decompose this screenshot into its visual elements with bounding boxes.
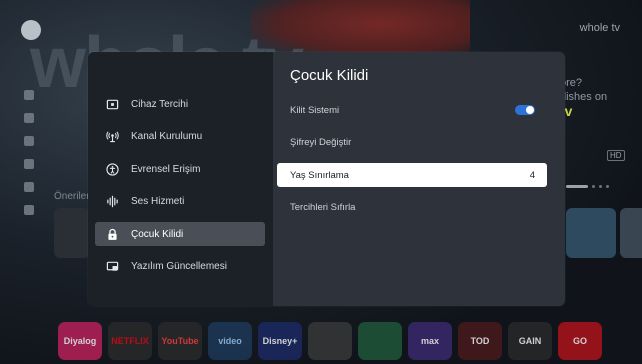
antenna-icon	[105, 130, 119, 144]
lock-icon	[105, 227, 119, 241]
apps-icon[interactable]	[24, 182, 34, 192]
carousel-dot	[599, 185, 602, 188]
promo-line: dishes on	[560, 91, 608, 103]
carousel-dot	[606, 185, 609, 188]
search-icon[interactable]	[24, 90, 34, 100]
profile-avatar[interactable]	[21, 20, 41, 40]
promo-line: tv	[560, 103, 573, 119]
page-title: Çocuk Kilidi	[290, 67, 369, 84]
software-update-icon	[105, 260, 119, 274]
recommendation-tile[interactable]	[620, 208, 642, 258]
age-restriction-value: 4	[529, 169, 535, 181]
option-label: Kilit Sistemi	[290, 104, 340, 116]
menu-item-label: Çocuk Kilidi	[131, 228, 184, 240]
menu-item-label: Ses Hizmeti	[131, 196, 185, 207]
lock-system-toggle[interactable]	[515, 105, 535, 115]
settings-dialog: Cihaz Tercihi Kanal Kurulumu Evrensel Er…	[88, 52, 565, 306]
settings-category-menu: Cihaz Tercihi Kanal Kurulumu Evrensel Er…	[88, 52, 273, 306]
recommendation-tile[interactable]	[54, 208, 90, 258]
store-icon[interactable]	[24, 159, 34, 169]
app-tile-diyalog[interactable]: Diyalog	[58, 322, 102, 360]
lock-system-row[interactable]: Kilit Sistemi	[277, 98, 547, 122]
option-label: Şifreyi Değiştir	[290, 137, 352, 148]
brand-logo: whole tv	[579, 22, 620, 34]
carousel-dots	[566, 185, 609, 188]
hero-promo-text: ore? dishes on tv	[560, 76, 607, 118]
app-tile-gain[interactable]: GAIN	[508, 322, 552, 360]
promo-line: ore?	[560, 77, 583, 89]
settings-gear-icon[interactable]	[24, 205, 34, 215]
menu-item-parental-lock[interactable]: Çocuk Kilidi	[95, 222, 265, 246]
app-tile-netflix[interactable]: NETFLIX	[108, 322, 152, 360]
menu-item-label: Evrensel Erişim	[131, 163, 201, 175]
app-tile-go[interactable]: GO	[558, 322, 602, 360]
app-tile-prime-video[interactable]: video	[208, 322, 252, 360]
app-row: Diyalog NETFLIX YouTube video Disney+ ma…	[58, 322, 602, 360]
hd-badge: HD	[607, 150, 625, 161]
menu-item-channel-setup[interactable]: Kanal Kurulumu	[95, 125, 265, 149]
menu-item-software-update[interactable]: Yazılım Güncellemesi	[95, 255, 265, 279]
menu-item-universal-access[interactable]: Evrensel Erişim	[95, 157, 265, 181]
menu-item-label: Yazılım Güncellemesi	[131, 261, 227, 272]
app-tile-tod[interactable]: TOD	[458, 322, 502, 360]
option-label: Yaş Sınırlama	[290, 169, 349, 181]
carousel-dot-active	[566, 185, 588, 188]
menu-item-voice-service[interactable]: Ses Hizmeti	[95, 190, 265, 214]
change-password-row[interactable]: Şifreyi Değiştir	[277, 131, 547, 155]
recommendation-tile[interactable]	[566, 208, 616, 258]
recommendations-label: Öneriler	[54, 191, 90, 202]
toggle-knob	[526, 106, 534, 114]
home-icon[interactable]	[24, 113, 34, 123]
age-restriction-row[interactable]: Yaş Sınırlama 4	[277, 163, 547, 187]
carousel-dot	[592, 185, 595, 188]
menu-item-label: Cihaz Tercihi	[131, 98, 189, 110]
menu-item-device-preferences[interactable]: Cihaz Tercihi	[95, 92, 265, 116]
option-label: Tercihleri Sıfırla	[290, 202, 356, 213]
app-tile[interactable]	[358, 322, 402, 360]
reset-preferences-row[interactable]: Tercihleri Sıfırla	[277, 196, 547, 220]
accessibility-icon	[105, 162, 119, 176]
app-tile-youtube[interactable]: YouTube	[158, 322, 202, 360]
app-tile-hbo-max[interactable]: max	[408, 322, 452, 360]
app-tile-disney-plus[interactable]: Disney+	[258, 322, 302, 360]
settings-detail-pane: Çocuk Kilidi Kilit Sistemi Şifreyi Değiş…	[273, 52, 565, 306]
device-icon	[105, 97, 119, 111]
voice-icon	[105, 195, 119, 209]
launcher-sidebar	[18, 20, 44, 215]
menu-item-label: Kanal Kurulumu	[131, 131, 203, 142]
app-tile[interactable]	[308, 322, 352, 360]
tv-icon[interactable]	[24, 136, 34, 146]
